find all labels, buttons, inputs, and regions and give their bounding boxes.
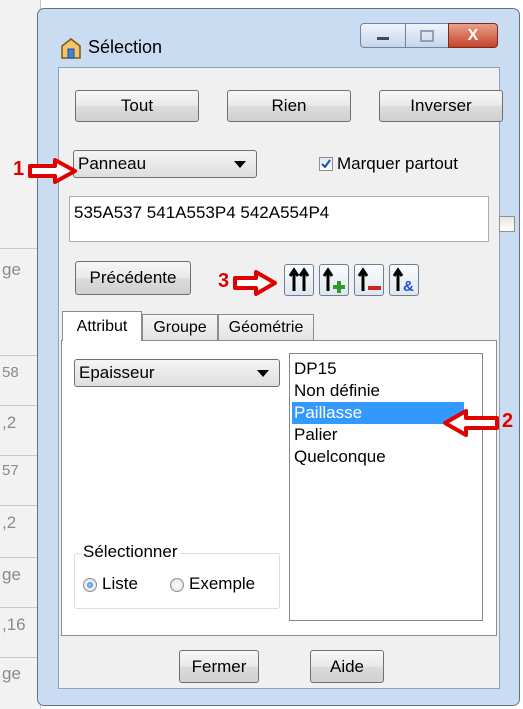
radio-exemple-label[interactable]: Exemple — [189, 574, 255, 594]
app-icon — [61, 38, 81, 59]
intersect-selection-button[interactable]: & — [389, 264, 419, 296]
maximize-icon — [420, 29, 434, 42]
chevron-down-icon — [257, 370, 269, 377]
selection-dialog: Sélection X Tout Rien Inverser Panneau M… — [37, 8, 520, 706]
intersect-selection-icon: & — [392, 267, 414, 295]
select-mode-group: Sélectionner Liste Exemple — [74, 542, 280, 609]
chevron-down-icon — [234, 161, 246, 168]
title-bar[interactable]: Sélection X — [38, 9, 519, 75]
select-mode-label: Sélectionner — [81, 542, 180, 562]
tab-groupe[interactable]: Groupe — [142, 314, 218, 341]
svg-text:&: & — [403, 278, 414, 295]
background-app-panel: ge 58 ,2 57 ,2 ge ,16 ge — [0, 0, 41, 709]
element-type-combo[interactable]: Panneau — [73, 150, 257, 178]
close-button[interactable]: Fermer — [179, 650, 259, 683]
bg-fragment: ,2 — [2, 413, 17, 432]
bg-fragment: ge — [2, 260, 21, 279]
select-all-button[interactable]: Tout — [75, 90, 199, 122]
annotation-arrow-right-icon — [233, 270, 277, 296]
bg-fragment: 57 — [2, 462, 19, 479]
list-item[interactable]: Non définie — [294, 380, 380, 402]
element-type-value: Panneau — [78, 154, 147, 173]
annotation-arrow-right-icon — [28, 158, 77, 184]
checkmark-icon — [321, 159, 331, 169]
maximize-button[interactable] — [405, 23, 449, 48]
attribut-tab-panel: Epaisseur DP15 Non définie Paillasse Pal… — [61, 340, 497, 636]
radio-liste[interactable] — [83, 578, 97, 592]
previous-selection-button[interactable]: Précédente — [75, 261, 191, 295]
selection-list-field[interactable]: 535A537 541A553P4 542A554P4 — [69, 196, 489, 242]
minimize-icon — [377, 36, 389, 40]
invert-selection-button[interactable]: Inverser — [379, 90, 503, 122]
bg-fragment: ,2 — [2, 513, 17, 532]
bg-divider — [0, 455, 40, 456]
attribute-combo[interactable]: Epaisseur — [74, 359, 280, 387]
select-none-button[interactable]: Rien — [227, 90, 351, 122]
remove-from-selection-icon — [357, 267, 381, 291]
close-window-button[interactable]: X — [448, 23, 498, 48]
minimize-button[interactable] — [360, 23, 406, 48]
list-item[interactable]: DP15 — [294, 358, 337, 380]
bg-fragment: 58 — [2, 364, 19, 381]
remove-from-selection-button[interactable] — [354, 264, 384, 296]
tab-attribut[interactable]: Attribut — [62, 311, 142, 341]
radio-exemple[interactable] — [170, 578, 184, 592]
help-button[interactable]: Aide — [310, 650, 384, 683]
selection-field-checkbox[interactable] — [499, 216, 515, 232]
add-to-selection-icon — [322, 267, 345, 293]
bg-divider — [0, 607, 40, 608]
bg-divider — [0, 657, 40, 658]
select-all-up-button[interactable] — [284, 264, 314, 296]
select-all-up-icon — [288, 267, 310, 291]
bg-fragment: ge — [2, 565, 21, 584]
bg-divider — [0, 355, 40, 356]
annotation-arrow-left-icon — [443, 409, 499, 437]
list-item[interactable]: Quelconque — [294, 446, 386, 468]
dialog-client-area: Tout Rien Inverser Panneau Marquer parto… — [58, 67, 515, 689]
mark-everywhere-checkbox[interactable] — [319, 157, 333, 171]
bg-fragment: ge — [2, 664, 21, 683]
close-icon: X — [467, 26, 479, 44]
annotation-number-2: 2 — [502, 410, 514, 432]
radio-liste-label[interactable]: Liste — [102, 574, 138, 594]
list-item-selected[interactable]: Paillasse — [292, 402, 464, 424]
bg-divider — [0, 405, 40, 406]
bg-divider — [0, 248, 40, 249]
mark-everywhere-label: Marquer partout — [337, 154, 458, 173]
tab-geometrie[interactable]: Géométrie — [218, 314, 314, 341]
bg-divider — [0, 557, 40, 558]
bg-divider — [0, 505, 40, 506]
add-to-selection-button[interactable] — [319, 264, 349, 296]
bg-fragment: ,16 — [2, 615, 26, 634]
window-title: Sélection — [88, 37, 163, 57]
list-item[interactable]: Palier — [294, 424, 337, 446]
annotation-number-1: 1 — [13, 158, 25, 180]
attribute-value: Epaisseur — [79, 363, 155, 382]
values-listbox[interactable]: DP15 Non définie Paillasse Palier Quelco… — [289, 353, 483, 621]
annotation-number-3: 3 — [218, 270, 230, 292]
